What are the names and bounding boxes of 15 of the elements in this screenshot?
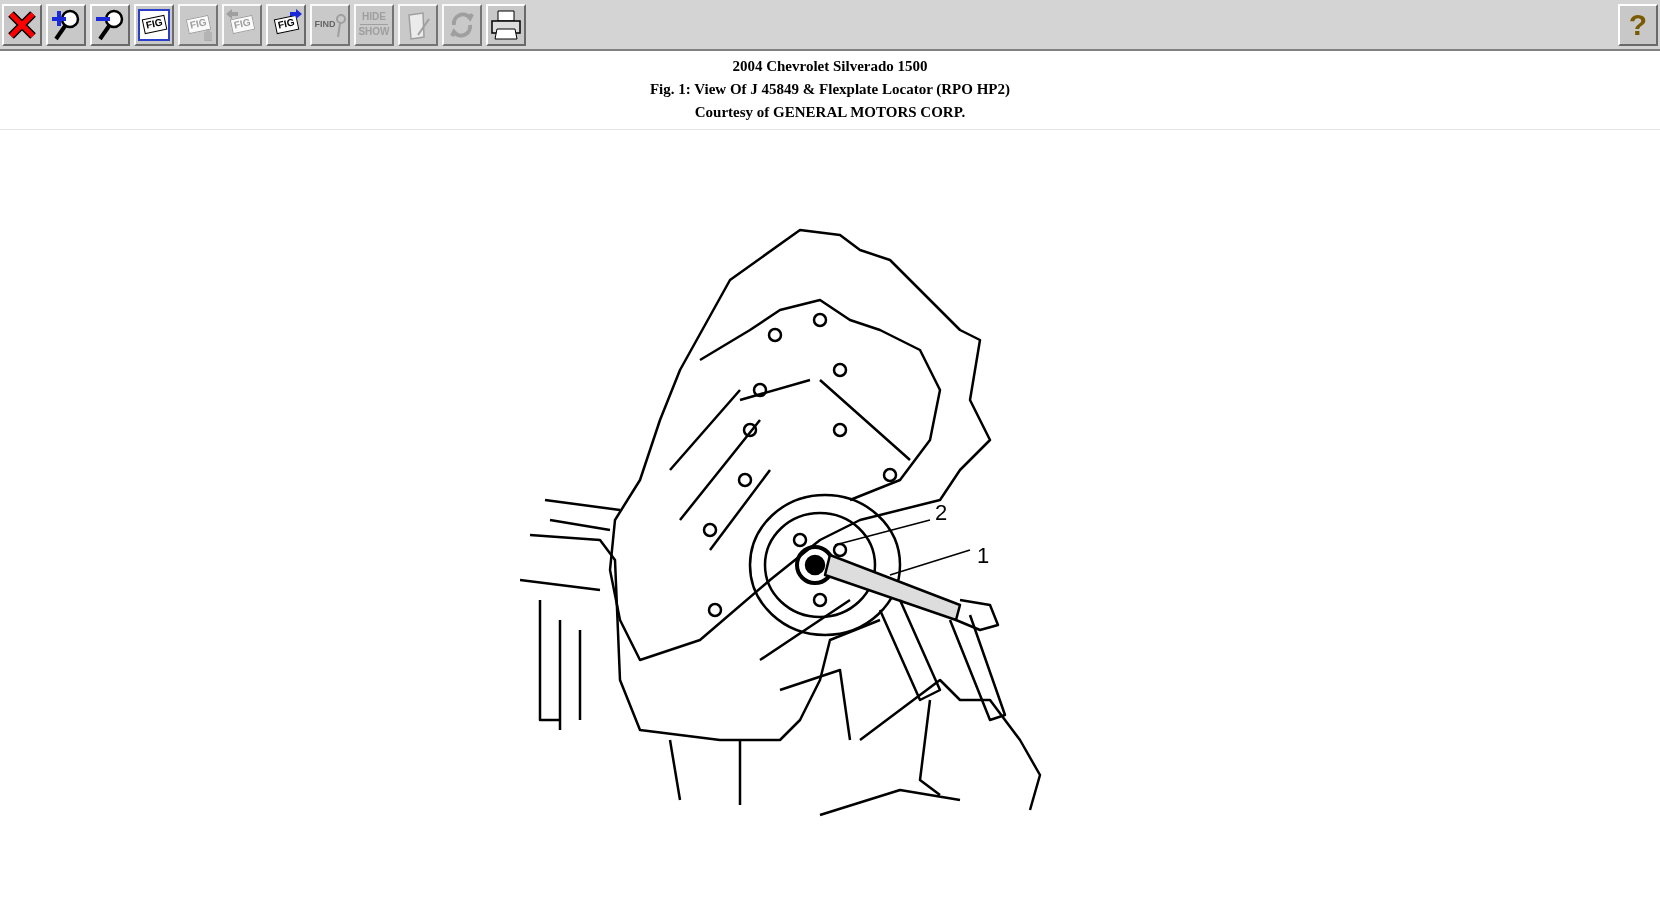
callout-number: 2	[935, 500, 948, 525]
figure-title: Fig. 1: View Of J 45849 & Flexplate Locator (RPO HP2)	[649, 80, 1011, 99]
find-label: FIND	[314, 20, 336, 29]
toolbar-button[interactable]	[486, 3, 526, 46]
toolbar-button[interactable]	[90, 3, 130, 46]
toolbar-button[interactable]	[46, 3, 86, 46]
printer-icon	[489, 8, 523, 41]
close-icon	[7, 9, 37, 40]
vehicle-title: 2004 Chevrolet Silverado 1500	[732, 57, 928, 76]
toolbar-button[interactable]	[2, 3, 42, 46]
zoom-out-icon	[94, 7, 126, 42]
courtesy-line: Courtesy of GENERAL MOTORS CORP.	[694, 103, 966, 122]
help-button[interactable]: ?	[1618, 3, 1658, 46]
callout-number: 1	[977, 543, 990, 568]
zoom-in-icon	[50, 7, 82, 42]
